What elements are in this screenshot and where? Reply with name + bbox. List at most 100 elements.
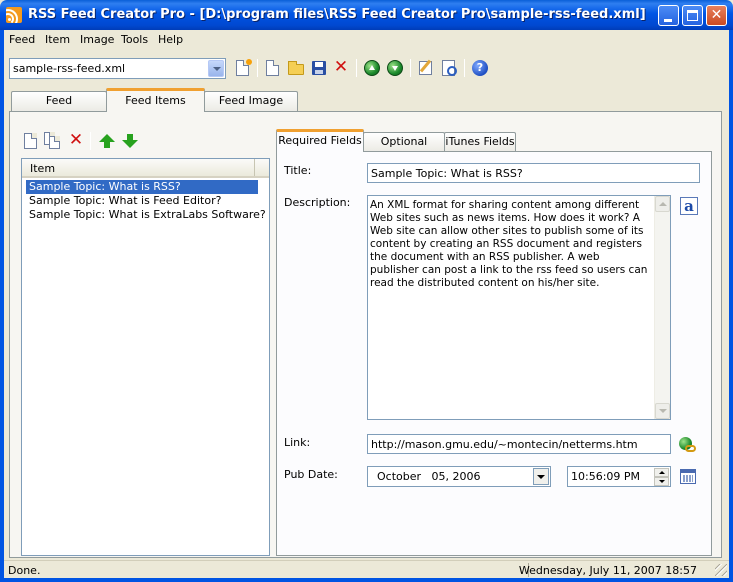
- edit-button[interactable]: [417, 59, 435, 77]
- resize-grip-icon[interactable]: [715, 564, 727, 576]
- feed-file-combo-value: sample-rss-feed.xml: [13, 62, 126, 75]
- delete-button[interactable]: ✕: [332, 57, 350, 77]
- maximize-button[interactable]: [682, 5, 703, 26]
- spin-down-icon[interactable]: [654, 477, 669, 486]
- scroll-down-button[interactable]: [655, 403, 670, 419]
- save-icon: [312, 61, 326, 75]
- move-up-button[interactable]: [98, 132, 116, 150]
- menu-feed[interactable]: Feed: [9, 33, 35, 46]
- pub-time-picker[interactable]: 10:56:09 PM: [567, 466, 671, 487]
- tab-feed[interactable]: Feed: [11, 91, 107, 111]
- open-button[interactable]: [287, 59, 305, 77]
- scroll-up-icon: [659, 202, 667, 206]
- link-field[interactable]: http://mason.gmu.edu/~montecin/netterms.…: [367, 434, 671, 454]
- help-button[interactable]: ?: [471, 59, 489, 77]
- list-item[interactable]: Sample Topic: What is Feed Editor?: [26, 194, 258, 208]
- spin-up-icon[interactable]: [654, 468, 669, 477]
- link-label: Link:: [284, 436, 311, 449]
- pub-time-value: 10:56:09 PM: [571, 470, 641, 483]
- status-text: Done.: [8, 564, 41, 577]
- items-list-header: Item: [22, 159, 269, 178]
- description-label: Description:: [284, 196, 351, 209]
- menu-image[interactable]: Image: [80, 33, 114, 46]
- feed-file-combo[interactable]: sample-rss-feed.xml: [9, 58, 226, 79]
- list-item[interactable]: Sample Topic: What is ExtraLabs Software…: [26, 208, 266, 222]
- edit-icon: [419, 61, 432, 75]
- required-fields-panel: Title: Sample Topic: What is RSS? Descri…: [276, 151, 712, 556]
- status-bar: Done. Wednesday, July 11, 2007 18:57: [4, 560, 729, 578]
- chevron-down-icon: [537, 475, 545, 479]
- tab-optional-fields[interactable]: Optional Fields: [363, 132, 445, 165]
- pub-date-picker[interactable]: October 05, 2006: [367, 466, 551, 487]
- window-frame-right: [729, 30, 733, 582]
- tab-feed-image[interactable]: Feed Image: [204, 91, 298, 111]
- arrow-up-icon: [99, 134, 115, 142]
- field-tabs: Required Fields Optional Fields iTunes F…: [276, 128, 716, 165]
- open-link-button[interactable]: [679, 437, 697, 455]
- list-item[interactable]: Sample Topic: What is RSS?: [26, 180, 258, 194]
- delete-icon: ✕: [333, 57, 349, 77]
- title-bar[interactable]: RSS Feed Creator Pro - [D:\program files…: [0, 0, 733, 30]
- combo-dropdown-button[interactable]: [208, 60, 224, 77]
- menu-tools[interactable]: Tools: [121, 33, 148, 46]
- download-button[interactable]: [386, 59, 404, 77]
- arrow-down-icon: [122, 140, 138, 148]
- tab-feed-items[interactable]: Feed Items: [106, 88, 205, 112]
- tab-required-fields[interactable]: Required Fields: [276, 129, 364, 152]
- column-header-item[interactable]: Item: [22, 159, 255, 176]
- copy-item-button[interactable]: [44, 132, 62, 150]
- minimize-icon: [664, 19, 672, 22]
- tab-itunes-fields[interactable]: iTunes Fields: [444, 132, 516, 151]
- close-button[interactable]: ✕: [706, 5, 727, 26]
- new-file-icon: [266, 60, 279, 76]
- preview-icon: [442, 60, 457, 76]
- item-toolbar: ✕: [20, 130, 150, 152]
- save-button[interactable]: [310, 59, 328, 77]
- upload-icon: [364, 60, 380, 76]
- window-title: RSS Feed Creator Pro - [D:\program files…: [28, 7, 646, 22]
- scroll-up-button[interactable]: [655, 196, 670, 212]
- calendar-icon[interactable]: [680, 469, 696, 484]
- delete-icon: ✕: [68, 130, 84, 150]
- move-down-button[interactable]: [121, 132, 139, 150]
- pub-date-value: October 05, 2006: [377, 470, 481, 483]
- open-folder-icon: [288, 61, 304, 75]
- description-field[interactable]: An XML format for sharing content among …: [367, 195, 671, 420]
- main-tabs: Feed Feed Items Feed Image: [4, 88, 729, 112]
- scroll-down-icon: [659, 409, 667, 413]
- toolbar-separator: [464, 59, 465, 77]
- menu-bar: Feed Item Image Tools Help: [4, 30, 729, 49]
- title-field[interactable]: Sample Topic: What is RSS?: [367, 163, 700, 183]
- menu-item[interactable]: Item: [45, 33, 70, 46]
- rss-app-icon: [6, 7, 22, 23]
- window-frame-left: [0, 30, 4, 582]
- window-frame-bottom: [0, 578, 733, 582]
- title-label: Title:: [284, 164, 312, 177]
- items-list[interactable]: Item Sample Topic: What is RSS? Sample T…: [21, 158, 270, 556]
- minimize-button[interactable]: [658, 5, 679, 26]
- description-text: An XML format for sharing content among …: [370, 199, 648, 289]
- toolbar-separator: [257, 59, 258, 77]
- upload-button[interactable]: [363, 59, 381, 77]
- download-icon: [387, 60, 403, 76]
- new-item-button[interactable]: [22, 132, 40, 150]
- delete-item-button[interactable]: ✕: [67, 130, 85, 150]
- maximize-icon: [687, 10, 698, 21]
- new-button[interactable]: [264, 59, 282, 77]
- new-feed-button[interactable]: [234, 59, 252, 77]
- date-dropdown-button[interactable]: [533, 468, 549, 485]
- menu-help[interactable]: Help: [158, 33, 183, 46]
- toolbar-separator: [90, 132, 91, 150]
- preview-button[interactable]: [440, 59, 458, 77]
- pub-date-label: Pub Date:: [284, 468, 338, 481]
- toolbar-separator: [356, 59, 357, 77]
- status-datetime: Wednesday, July 11, 2007 18:57: [518, 564, 697, 577]
- toolbar: sample-rss-feed.xml ✕ ?: [4, 51, 729, 85]
- time-spinner[interactable]: [654, 468, 669, 486]
- chevron-down-icon: [213, 67, 221, 71]
- feed-items-panel: ✕ Item Sample Topic: What is RSS? Sample…: [9, 111, 722, 558]
- spell-check-button[interactable]: a: [680, 197, 698, 215]
- toolbar-separator: [410, 59, 411, 77]
- description-scrollbar[interactable]: [654, 196, 670, 419]
- close-icon: ✕: [710, 7, 723, 23]
